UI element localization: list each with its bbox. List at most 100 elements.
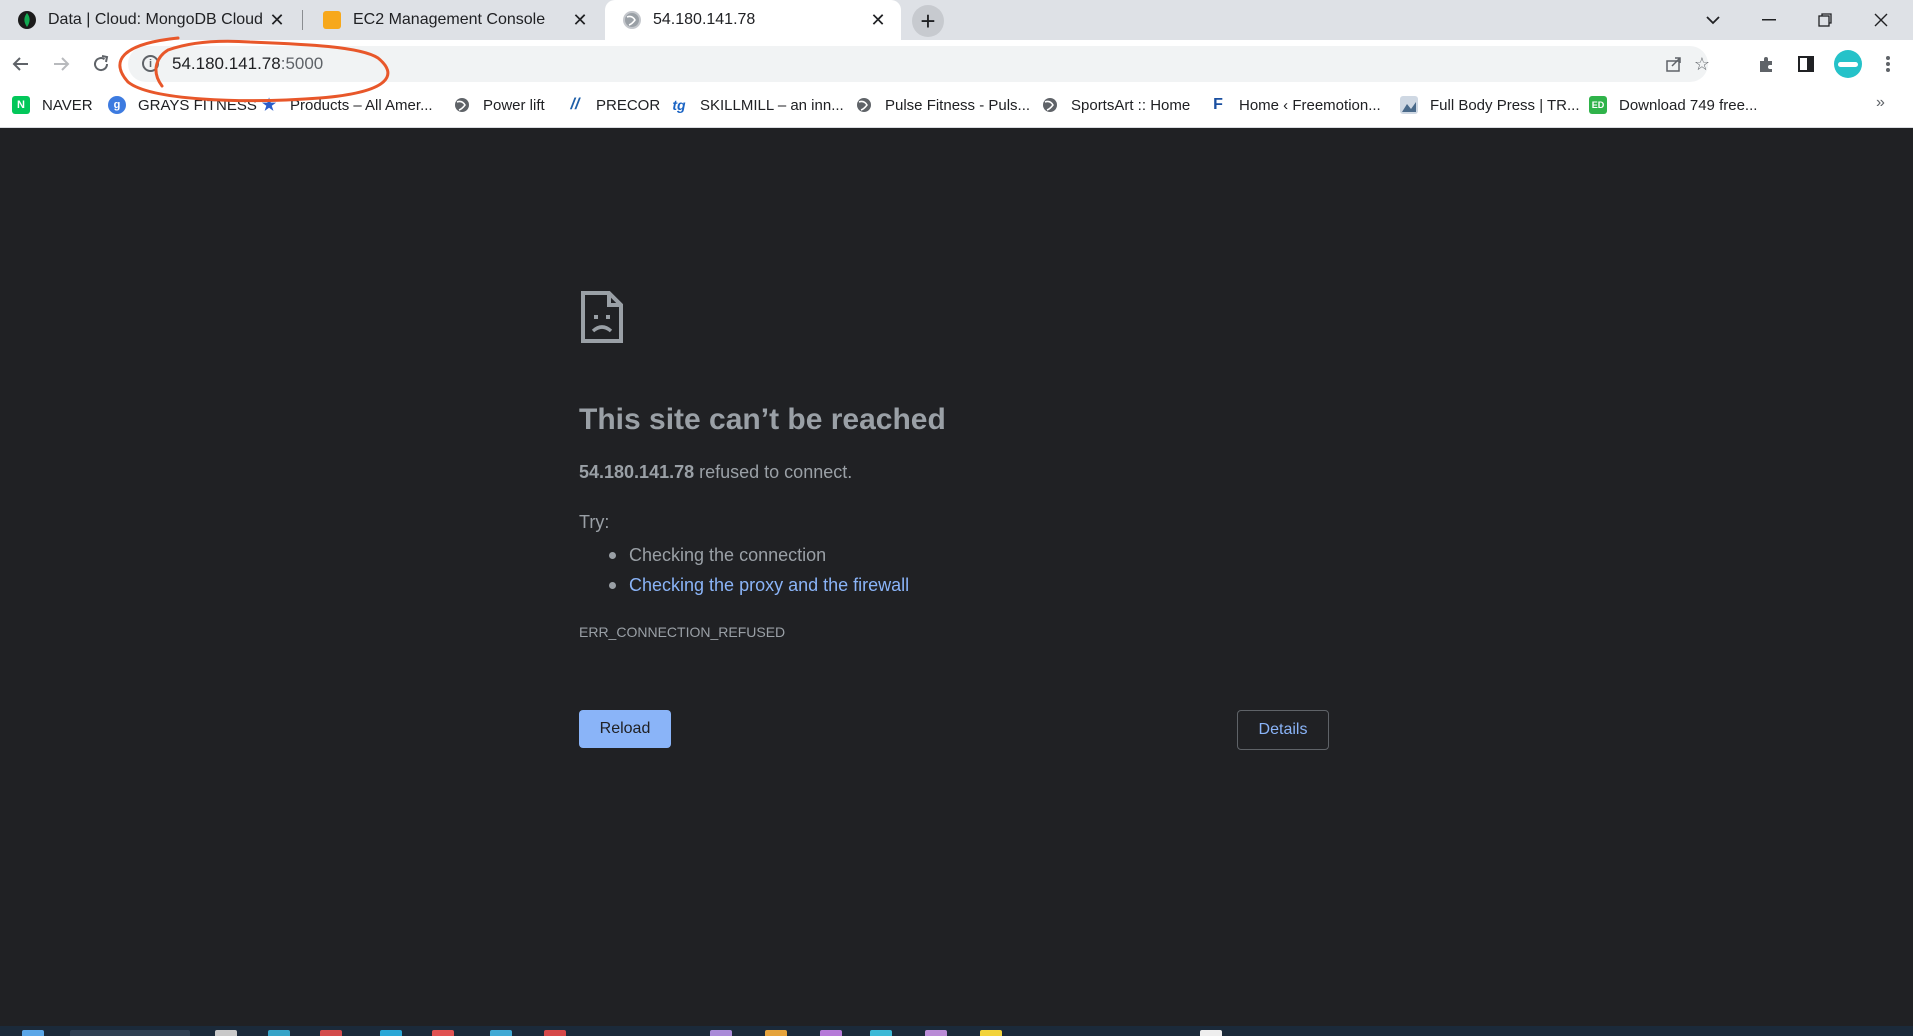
error-message: refused to connect. bbox=[694, 462, 853, 482]
freemotion-icon: F bbox=[1213, 96, 1223, 113]
ed-icon: ED bbox=[1589, 96, 1607, 114]
error-page: This site can’t be reached 54.180.141.78… bbox=[0, 128, 1913, 1026]
url-port: :5000 bbox=[280, 54, 324, 73]
close-tab-icon[interactable]: ✕ bbox=[266, 9, 288, 31]
bookmark-label: SportsArt :: Home bbox=[1071, 96, 1191, 114]
bookmark-label: Pulse Fitness - Puls... bbox=[885, 96, 1031, 114]
technogym-icon: tg bbox=[672, 97, 686, 113]
bookmark-grays-fitness[interactable]: g GRAYS FITNESS bbox=[108, 88, 257, 122]
search-box[interactable] bbox=[70, 1030, 190, 1036]
globe-icon bbox=[855, 96, 873, 114]
site-info-icon[interactable]: i bbox=[142, 55, 159, 72]
star-icon: ★ bbox=[261, 97, 277, 114]
error-host: 54.180.141.78 bbox=[579, 462, 695, 482]
close-tab-icon[interactable]: ✕ bbox=[569, 9, 591, 31]
naver-icon: N bbox=[12, 96, 30, 114]
start-icon[interactable] bbox=[22, 1030, 44, 1036]
taskbar-app-icon[interactable] bbox=[765, 1030, 787, 1036]
tab-search-icon[interactable] bbox=[1685, 0, 1741, 40]
try-label: Try: bbox=[579, 512, 610, 532]
globe-icon bbox=[1041, 96, 1059, 114]
bookmark-freemotion[interactable]: F Home ‹ Freemotion... bbox=[1209, 88, 1381, 122]
address-bar[interactable]: i 54.180.141.78:5000 ☆ bbox=[128, 46, 1710, 82]
grays-icon: g bbox=[108, 96, 126, 114]
tab-separator bbox=[302, 10, 303, 30]
os-taskbar bbox=[0, 1026, 1913, 1036]
menu-kebab-icon[interactable] bbox=[1874, 50, 1902, 78]
tab-active-page[interactable]: 54.180.141.78 ✕ bbox=[605, 0, 901, 40]
bookmark-skillmill[interactable]: tg SKILLMILL – an inn... bbox=[670, 88, 844, 122]
taskbar-app-icon[interactable] bbox=[544, 1030, 566, 1036]
taskbar-app-icon[interactable] bbox=[1200, 1030, 1222, 1036]
taskbar-app-icon[interactable] bbox=[432, 1030, 454, 1036]
bookmark-naver[interactable]: N NAVER bbox=[12, 88, 93, 122]
forward-button[interactable] bbox=[44, 47, 78, 81]
error-title: This site can’t be reached bbox=[579, 403, 946, 436]
reload-button[interactable]: Reload bbox=[579, 710, 671, 748]
bookmark-sportsart[interactable]: SportsArt :: Home bbox=[1041, 88, 1190, 122]
taskbar-app-icon[interactable] bbox=[820, 1030, 842, 1036]
taskbar-app-icon[interactable] bbox=[980, 1030, 1002, 1036]
aws-cube-icon bbox=[323, 11, 341, 29]
taskbar-app-icon[interactable] bbox=[925, 1030, 947, 1036]
taskbar-app-icon[interactable] bbox=[490, 1030, 512, 1036]
tab-title: EC2 Management Console bbox=[353, 11, 546, 28]
taskbar-app-icon[interactable] bbox=[380, 1030, 402, 1036]
bookmark-label: Full Body Press | TR... bbox=[1430, 96, 1580, 114]
taskbar-app-icon[interactable] bbox=[268, 1030, 290, 1036]
suggestion-item: Checking the proxy and the firewall bbox=[603, 570, 909, 600]
sad-file-icon bbox=[581, 291, 623, 343]
suggestion-text: Checking the connection bbox=[629, 545, 827, 565]
bookmark-label: Products – All Amer... bbox=[290, 96, 433, 114]
error-code: ERR_CONNECTION_REFUSED bbox=[579, 624, 786, 640]
close-window-button[interactable] bbox=[1853, 0, 1909, 40]
image-icon bbox=[1400, 96, 1418, 114]
extensions-puzzle-icon[interactable] bbox=[1752, 50, 1780, 78]
tab-mongodb[interactable]: Data | Cloud: MongoDB Cloud ✕ bbox=[0, 0, 300, 40]
bookmark-download[interactable]: ED Download 749 free... bbox=[1589, 88, 1757, 122]
bookmark-full-body-press[interactable]: Full Body Press | TR... bbox=[1400, 88, 1580, 122]
taskbar-app-icon[interactable] bbox=[870, 1030, 892, 1036]
details-button[interactable]: Details bbox=[1237, 710, 1329, 750]
new-tab-button[interactable]: + bbox=[912, 5, 944, 37]
close-tab-icon[interactable]: ✕ bbox=[867, 9, 889, 31]
taskbar-app-icon[interactable] bbox=[215, 1030, 237, 1036]
tab-title: Data | Cloud: MongoDB Cloud bbox=[48, 11, 263, 28]
mongodb-leaf-icon bbox=[18, 11, 36, 29]
bookmark-power-lift[interactable]: Power lift bbox=[453, 88, 545, 122]
suggestion-item: Checking the connection bbox=[603, 540, 909, 570]
back-button[interactable] bbox=[4, 47, 38, 81]
taskbar-app-icon[interactable] bbox=[320, 1030, 342, 1036]
bookmark-label: GRAYS FITNESS bbox=[138, 96, 257, 114]
globe-icon bbox=[623, 11, 641, 29]
url-host: 54.180.141.78 bbox=[172, 54, 281, 73]
suggestion-list: Checking the connection Checking the pro… bbox=[603, 540, 909, 600]
bookmark-star-icon[interactable]: ☆ bbox=[1690, 52, 1714, 76]
tab-strip: Data | Cloud: MongoDB Cloud ✕ EC2 Manage… bbox=[0, 0, 1913, 40]
bookmark-label: Download 749 free... bbox=[1619, 96, 1758, 114]
bookmark-pulse-fitness[interactable]: Pulse Fitness - Puls... bbox=[855, 88, 1030, 122]
globe-icon bbox=[453, 96, 471, 114]
bookmark-label: NAVER bbox=[42, 96, 93, 114]
precor-icon: // bbox=[570, 96, 580, 113]
taskbar-app-icon[interactable] bbox=[710, 1030, 732, 1036]
proxy-firewall-link[interactable]: Checking the proxy and the firewall bbox=[629, 575, 909, 595]
share-icon[interactable] bbox=[1662, 52, 1686, 76]
bookmark-label: SKILLMILL – an inn... bbox=[700, 96, 844, 114]
error-description: 54.180.141.78 refused to connect. bbox=[579, 462, 852, 483]
bookmark-label: PRECOR bbox=[596, 96, 661, 114]
more-bookmarks-icon[interactable]: » bbox=[1876, 94, 1885, 112]
reload-icon[interactable] bbox=[84, 47, 118, 81]
url-text[interactable]: 54.180.141.78:5000 bbox=[172, 54, 323, 74]
profile-avatar[interactable] bbox=[1834, 50, 1862, 78]
side-panel-icon[interactable] bbox=[1792, 50, 1820, 78]
bookmark-precor[interactable]: // PRECOR bbox=[566, 88, 661, 122]
bookmark-products[interactable]: ★ Products – All Amer... bbox=[260, 88, 433, 122]
minimize-button[interactable] bbox=[1741, 0, 1797, 40]
tab-title: 54.180.141.78 bbox=[653, 11, 756, 28]
tab-ec2[interactable]: EC2 Management Console ✕ bbox=[305, 0, 603, 40]
bookmark-label: Power lift bbox=[483, 96, 545, 114]
browser-toolbar: i 54.180.141.78:5000 ☆ bbox=[0, 40, 1913, 88]
bookmarks-bar: N NAVER g GRAYS FITNESS ★ Products – All… bbox=[0, 88, 1913, 128]
restore-button[interactable] bbox=[1797, 0, 1853, 40]
